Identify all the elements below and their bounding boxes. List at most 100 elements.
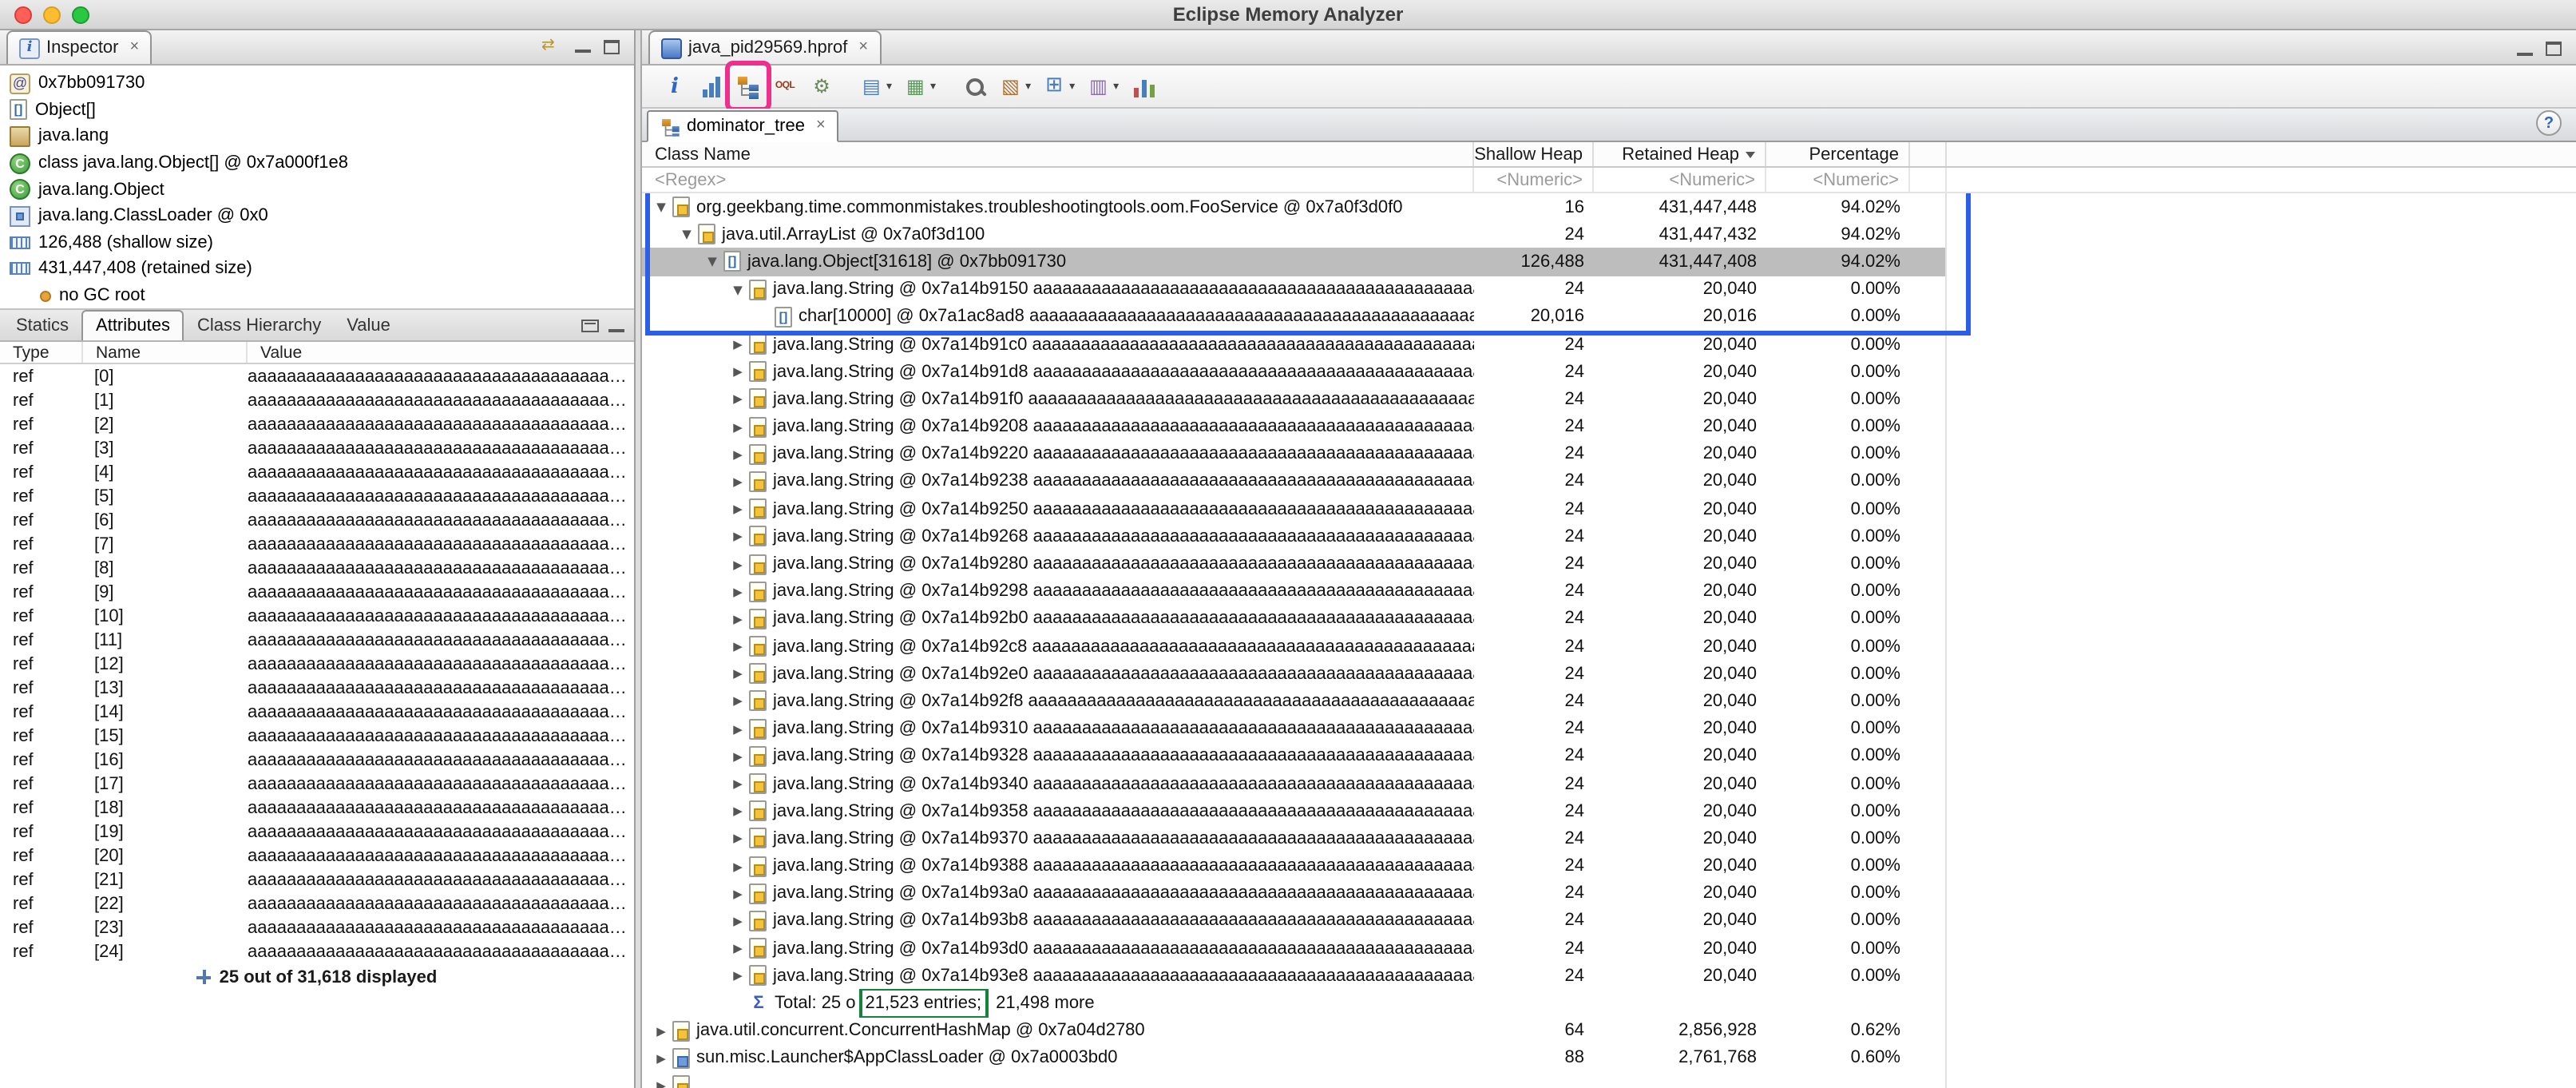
inspector-tab[interactable]: Inspector xyxy=(6,30,152,64)
tree-row[interactable]: java.lang.String @ 0x7a14b91d8 aaaaaaaaa… xyxy=(642,358,1947,385)
tree-row[interactable]: sun.misc.Launcher$AppClassLoader @ 0x7a0… xyxy=(642,1045,1947,1072)
tree-row[interactable]: java.util.concurrent.ConcurrentHashMap @… xyxy=(642,1017,1947,1044)
filter-regex[interactable]: <Regex> xyxy=(642,168,1474,192)
tree-row[interactable]: java.lang.String @ 0x7a14b92e0 aaaaaaaaa… xyxy=(642,660,1947,687)
tree-row[interactable]: java.lang.Object[31618] @ 0x7bb091730126… xyxy=(642,248,1947,276)
attribute-row[interactable]: ref[19]aaaaaaaaaaaaaaaaaaaaaaaaaaaaaaaaa… xyxy=(0,820,634,844)
close-icon[interactable] xyxy=(858,40,868,56)
tree-row[interactable]: java.lang.String @ 0x7a14b9208 aaaaaaaaa… xyxy=(642,413,1947,440)
tree-row[interactable]: java.lang.String @ 0x7a14b92b0 aaaaaaaaa… xyxy=(642,606,1947,633)
collapse-icon[interactable] xyxy=(677,228,696,242)
show-more-link[interactable]: 21,498 more xyxy=(996,994,1095,1013)
tree-row[interactable]: java.lang.String @ 0x7a14b9298 aaaaaaaaa… xyxy=(642,578,1947,605)
inspector-item[interactable]: Object[] xyxy=(0,97,634,123)
tree-row[interactable]: java.lang.String @ 0x7a14b92f8 aaaaaaaaa… xyxy=(642,688,1947,715)
link-with-selection-icon[interactable] xyxy=(541,37,562,56)
expand-icon[interactable] xyxy=(728,419,747,434)
attribute-row[interactable]: ref[23]aaaaaaaaaaaaaaaaaaaaaaaaaaaaaaaaa… xyxy=(0,916,634,940)
expand-icon[interactable] xyxy=(728,914,747,928)
tree-row[interactable]: java.lang.String @ 0x7a14b9220 aaaaaaaaa… xyxy=(642,440,1947,467)
oql-button[interactable] xyxy=(768,67,802,105)
collapse-icon[interactable] xyxy=(703,255,722,269)
minimize-view-icon[interactable] xyxy=(2517,42,2533,55)
tree-row[interactable]: org.geekbang.time.commonmistakes.trouble… xyxy=(642,193,1947,220)
minimize-view-icon[interactable] xyxy=(575,40,591,53)
expand-icon[interactable] xyxy=(652,1051,671,1066)
collapse-icon[interactable] xyxy=(652,200,671,214)
tree-row[interactable]: java.lang.String @ 0x7a14b9358 aaaaaaaaa… xyxy=(642,797,1947,824)
column-header-shallow-heap[interactable]: Shallow Heap xyxy=(1474,142,1594,166)
attribute-row[interactable]: ref[14]aaaaaaaaaaaaaaaaaaaaaaaaaaaaaaaaa… xyxy=(0,701,634,725)
collapse-icon[interactable] xyxy=(728,282,747,296)
attribute-row[interactable]: ref[24]aaaaaaaaaaaaaaaaaaaaaaaaaaaaaaaaa… xyxy=(0,940,634,964)
expand-icon[interactable] xyxy=(728,941,747,955)
split-sash[interactable] xyxy=(636,30,642,1088)
expand-icon[interactable] xyxy=(728,584,747,598)
expand-icon[interactable] xyxy=(652,1023,671,1038)
tree-row[interactable]: char[10000] @ 0x7a1ac8ad8 aaaaaaaaaaaaaa… xyxy=(642,304,1947,331)
tree-row[interactable]: java.lang.String @ 0x7a14b9238 aaaaaaaaa… xyxy=(642,468,1947,495)
tree-row[interactable]: java.lang.String @ 0x7a14b9268 aaaaaaaaa… xyxy=(642,523,1947,550)
attribute-row[interactable]: ref[11]aaaaaaaaaaaaaaaaaaaaaaaaaaaaaaaaa… xyxy=(0,629,634,653)
tree-row[interactable]: java.lang.String @ 0x7a14b9370 aaaaaaaaa… xyxy=(642,825,1947,852)
expand-icon[interactable] xyxy=(728,557,747,571)
tree-row[interactable]: java.lang.String @ 0x7a14b9310 aaaaaaaaa… xyxy=(642,715,1947,742)
expand-icon[interactable] xyxy=(728,475,747,489)
tree-row[interactable]: java.lang.String @ 0x7a14b91f0 aaaaaaaaa… xyxy=(642,386,1947,413)
column-header-retained-heap[interactable]: Retained Heap xyxy=(1594,142,1766,166)
attribute-row[interactable]: ref[12]aaaaaaaaaaaaaaaaaaaaaaaaaaaaaaaaa… xyxy=(0,653,634,677)
attribute-row[interactable]: ref[7]aaaaaaaaaaaaaaaaaaaaaaaaaaaaaaaaaa… xyxy=(0,533,634,557)
expand-icon[interactable] xyxy=(728,804,747,818)
expand-icon[interactable] xyxy=(728,337,747,351)
minimize-section-icon[interactable] xyxy=(608,320,624,333)
create-report-button[interactable] xyxy=(1127,67,1160,105)
group-by-dropdown[interactable] xyxy=(995,67,1036,105)
tree-row[interactable]: java.util.ArrayList @ 0x7a0f3d10024431,4… xyxy=(642,220,1947,248)
attribute-row[interactable]: ref[18]aaaaaaaaaaaaaaaaaaaaaaaaaaaaaaaaa… xyxy=(0,796,634,820)
dominator-tree-tab[interactable]: dominator_tree xyxy=(647,110,838,142)
attribute-row[interactable]: ref[5]aaaaaaaaaaaaaaaaaaaaaaaaaaaaaaaaaa… xyxy=(0,485,634,509)
attribute-row[interactable]: ref[9]aaaaaaaaaaaaaaaaaaaaaaaaaaaaaaaaaa… xyxy=(0,581,634,605)
expand-icon[interactable] xyxy=(728,502,747,516)
attribute-row[interactable]: ref[21]aaaaaaaaaaaaaaaaaaaaaaaaaaaaaaaaa… xyxy=(0,868,634,892)
column-header-value[interactable]: Value xyxy=(248,343,634,363)
tree-row[interactable]: java.lang.String @ 0x7a14b91c0 aaaaaaaaa… xyxy=(642,331,1947,358)
tree-row[interactable]: java.lang.String @ 0x7a14b9340 aaaaaaaaa… xyxy=(642,770,1947,797)
open-query-browser-dropdown[interactable] xyxy=(856,67,897,105)
dominator-tree-button[interactable] xyxy=(731,67,765,105)
attribute-row[interactable]: ref[20]aaaaaaaaaaaaaaaaaaaaaaaaaaaaaaaaa… xyxy=(0,844,634,868)
tree-row[interactable]: java.lang.String @ 0x7a14b9150 aaaaaaaaa… xyxy=(642,276,1947,303)
expand-icon[interactable] xyxy=(728,364,747,379)
expand-icon[interactable] xyxy=(728,639,747,653)
attribute-row[interactable]: ref[3]aaaaaaaaaaaaaaaaaaaaaaaaaaaaaaaaaa… xyxy=(0,437,634,461)
zoom-window-button[interactable] xyxy=(72,6,89,23)
column-header-percentage[interactable]: Percentage xyxy=(1766,142,1910,166)
attribute-row[interactable]: ref[4]aaaaaaaaaaaaaaaaaaaaaaaaaaaaaaaaaa… xyxy=(0,461,634,485)
tree-row[interactable]: java.lang.String @ 0x7a14b93e8 aaaaaaaaa… xyxy=(642,963,1947,990)
tree-row[interactable]: java.lang.String @ 0x7a14b9280 aaaaaaaaa… xyxy=(642,550,1947,578)
expand-icon[interactable] xyxy=(728,749,747,764)
tree-row[interactable]: java.lang.String @ 0x7a14b9328 aaaaaaaaa… xyxy=(642,743,1947,770)
rows-displayed-footer[interactable]: 25 out of 31,618 displayed xyxy=(0,964,634,991)
expand-icon[interactable] xyxy=(728,530,747,544)
close-icon[interactable] xyxy=(816,118,826,134)
attribute-row[interactable]: ref[15]aaaaaaaaaaaaaaaaaaaaaaaaaaaaaaaaa… xyxy=(0,725,634,748)
histogram-button[interactable] xyxy=(695,67,728,105)
attribute-row[interactable]: ref[0]aaaaaaaaaaaaaaaaaaaaaaaaaaaaaaaaaa… xyxy=(0,365,634,389)
expand-icon[interactable] xyxy=(728,667,747,681)
attribute-row[interactable]: ref[10]aaaaaaaaaaaaaaaaaaaaaaaaaaaaaaaaa… xyxy=(0,605,634,629)
expand-icon[interactable] xyxy=(728,721,747,736)
expand-icon[interactable] xyxy=(728,859,747,873)
expand-icon[interactable] xyxy=(728,447,747,462)
attribute-row[interactable]: ref[17]aaaaaaaaaaaaaaaaaaaaaaaaaaaaaaaaa… xyxy=(0,772,634,796)
inspector-item[interactable]: java.lang.Object xyxy=(0,177,634,203)
maximize-view-icon[interactable] xyxy=(2546,42,2562,56)
calculate-retained-size-dropdown[interactable] xyxy=(1039,67,1080,105)
tree-row[interactable]: java.lang.String @ 0x7a14b93b8 aaaaaaaaa… xyxy=(642,907,1947,935)
expand-icon[interactable] xyxy=(728,694,747,709)
column-header-type[interactable]: Type xyxy=(0,343,83,363)
tree-total-row[interactable]: Total: 25 o21,523 entries;21,498 more xyxy=(642,990,1947,1017)
column-header-class-name[interactable]: Class Name xyxy=(642,142,1474,166)
inspector-item[interactable]: java.lang xyxy=(0,123,634,149)
minimize-window-button[interactable] xyxy=(43,6,61,23)
